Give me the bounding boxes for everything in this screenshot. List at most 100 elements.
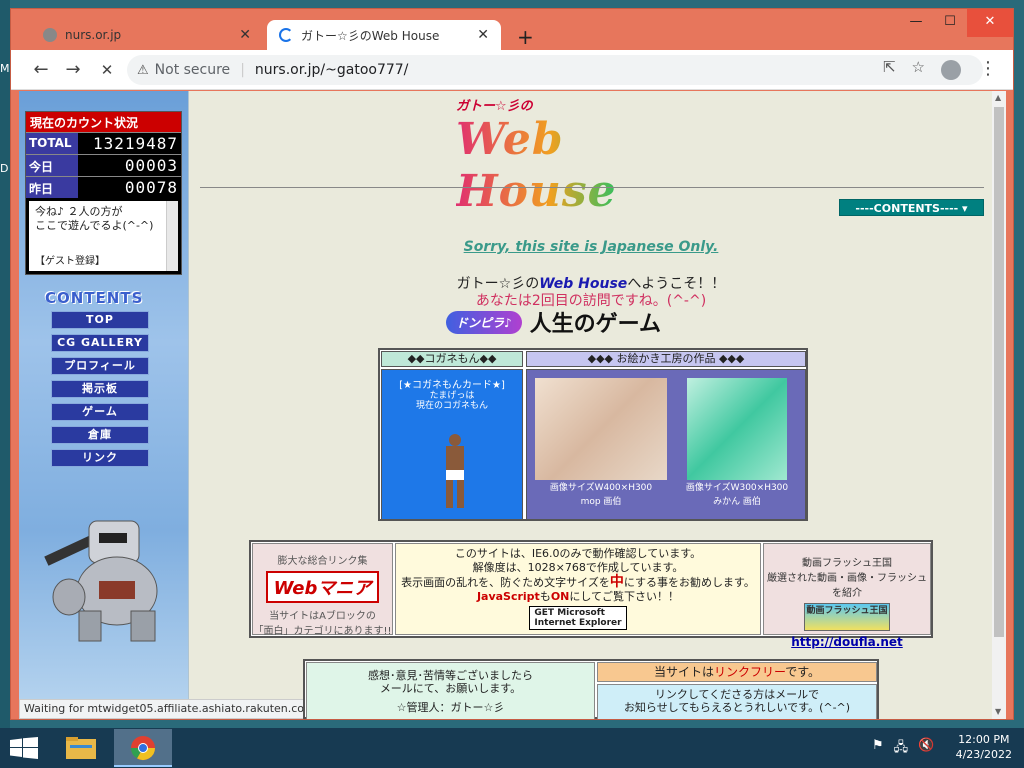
contact-cell: 感想･意見･苦情等ございましたら メールにて、お願いします。 ☆管理人：ガトー☆… — [306, 662, 595, 719]
link-free-line: お知らせしてもらえるとうれしいです。(^-^) — [623, 701, 851, 714]
address-bar[interactable]: ⚠ Not secure | nurs.or.jp/~gatoo777/ ⇱ ☆ — [127, 55, 983, 85]
nav-bbs[interactable]: 掲示板 — [51, 380, 149, 398]
nav-top[interactable]: TOP — [51, 311, 149, 329]
robot-illustration — [44, 520, 158, 642]
japanese-only-link[interactable]: Sorry, this site is Japanese Only. — [190, 239, 992, 255]
notice-emphasis: ON — [550, 590, 570, 603]
stop-button[interactable]: ✕ — [95, 58, 119, 82]
game-banner[interactable]: ドンピラ♪ 人生のゲーム — [446, 306, 736, 338]
window-controls: — ☐ ✕ — [899, 9, 1013, 37]
site-logo: ガトー☆彡の Web House — [456, 95, 726, 217]
forward-button[interactable]: → — [61, 58, 85, 82]
nav-links[interactable]: リンク — [51, 449, 149, 467]
admin-line: ☆管理人：ガトー☆彡 — [396, 701, 505, 714]
webmania-note: 「面白」カテゴリにあります!! — [253, 626, 392, 637]
tab-close-icon[interactable]: ✕ — [239, 27, 251, 43]
game-banner-right: 人生のゲーム — [529, 312, 662, 337]
counter-row: 今日 00003 — [26, 154, 181, 176]
action-center-flag-icon[interactable]: ⚑ — [872, 738, 884, 760]
nav-cg-gallery[interactable]: CG GALLERY — [51, 334, 149, 352]
webmania-banner[interactable]: Webマニア — [265, 571, 380, 603]
visitor-message: ここで遊んでるよ(^-^) — [35, 219, 154, 232]
security-status[interactable]: Not secure — [155, 62, 231, 78]
windows-start-icon[interactable] — [10, 737, 38, 759]
tab-close-icon[interactable]: ✕ — [477, 27, 489, 43]
guest-register-link[interactable]: 【ゲスト登録】 — [35, 255, 105, 269]
file-explorer-icon[interactable] — [52, 729, 110, 767]
contact-line: メールにて、お願いします。 — [379, 682, 522, 695]
artwork-mop[interactable] — [535, 378, 667, 480]
notice-text: にする事をお勧めします。 — [623, 576, 755, 589]
ie-badge-line: Internet Explorer — [534, 618, 622, 628]
oekaki-gallery: 画像サイズW400×H300 mop 画伯 画像サイズW300×H300 みかん… — [526, 369, 806, 520]
browser-menu-icon[interactable]: ⋮ — [979, 58, 997, 79]
ie-badge[interactable]: GET Microsoft Internet Explorer — [529, 606, 627, 630]
scroll-down-icon[interactable]: ▼ — [995, 707, 1001, 716]
new-tab-button[interactable]: + — [517, 25, 534, 49]
koganemon-figure — [446, 434, 464, 508]
link-free-emphasis: リンクフリー — [713, 665, 786, 679]
contents-select[interactable]: ----CONTENTS---- ▾ — [839, 199, 984, 216]
omnibox-divider: | — [240, 62, 245, 78]
system-clock[interactable]: 12:00 PM 4/23/2022 — [956, 732, 1012, 762]
nav-profile[interactable]: プロフィール — [51, 357, 149, 375]
artwork-size: 画像サイズW300×H300 — [685, 483, 789, 493]
minimize-button[interactable]: — — [899, 9, 933, 37]
close-window-button[interactable]: ✕ — [967, 9, 1013, 37]
share-icon[interactable]: ⇱ — [883, 58, 896, 76]
back-button[interactable]: ← — [29, 58, 53, 82]
scroll-thumb[interactable] — [994, 107, 1004, 637]
volume-muted-icon[interactable]: 🔇 — [918, 738, 934, 760]
card-sub: 現在のコガネもん — [415, 401, 488, 411]
page-viewport: 現在のカウント状況 TOTAL 13219487 今日 00003 昨日 000… — [19, 91, 1006, 719]
main-frame: ガトー☆彡の Web House ----CONTENTS---- ▾ Sorr… — [190, 91, 992, 719]
logo-title: Web House — [456, 114, 726, 218]
doufla-link[interactable]: http://doufla.net — [764, 635, 930, 649]
desktop-letter: D — [0, 162, 9, 175]
webmania-note: 当サイトはAブロックの — [269, 611, 376, 622]
network-icon[interactable]: 🖧 — [894, 738, 909, 760]
counter-row: 昨日 00078 — [26, 176, 181, 198]
doufla-note: 厳選された動画・画像・フラッシュを紹介 — [767, 573, 927, 599]
desktop-letter: M — [0, 62, 10, 75]
artwork-mikan[interactable] — [687, 378, 787, 480]
nav-game[interactable]: ゲーム — [51, 403, 149, 421]
ie-badge-line: GET Microsoft — [534, 608, 605, 618]
link-free-text: 当サイトは — [653, 665, 714, 679]
counter-value: 00003 — [124, 156, 178, 175]
artwork-author: みかん 画伯 — [713, 497, 761, 507]
tab-nurs[interactable]: nurs.or.jp ✕ — [31, 20, 263, 50]
loading-spinner-icon — [279, 28, 293, 42]
visitor-message-box[interactable]: 今ね♪ ２人の方が ここで遊んでるよ(^-^) 【ゲスト登録】 — [29, 201, 178, 271]
notice-line: 解像度は、1028×768で作成しています。 — [472, 561, 684, 574]
link-free-header: 当サイトはリンクフリーです。 — [597, 662, 877, 682]
system-tray: ⚑ 🖧 🔇 — [872, 738, 934, 760]
url-text[interactable]: nurs.or.jp/~gatoo777/ — [255, 62, 408, 78]
doufla-banner[interactable]: 動画フラッシュ王国 — [804, 603, 890, 631]
chrome-icon[interactable] — [114, 729, 172, 767]
scroll-up-icon[interactable]: ▲ — [995, 93, 1001, 102]
link-free-text: です。 — [785, 665, 821, 679]
notice-text: にしてご覧下さい！！ — [569, 590, 680, 603]
counter-value: 00078 — [124, 178, 178, 197]
koganemon-card[interactable]: [★コガネもんカード★] たまげっは 現在のコガネもん — [381, 369, 523, 520]
koganemon-header: ◆◆コガネもん◆◆ — [381, 351, 523, 367]
profile-avatar-icon[interactable] — [941, 60, 961, 80]
card-title: [★コガネもんカード★] — [399, 380, 505, 391]
message-scrollbar[interactable] — [166, 201, 178, 271]
browser-window: nurs.or.jp ✕ ガトー☆彡のWeb House ✕ + — ☐ ✕ ←… — [10, 8, 1014, 720]
webmania-cell: 膨大な総合リンク集 Webマニア 当サイトはAブロックの 「面白」カテゴリにあり… — [252, 543, 393, 637]
counter-value: 13219487 — [92, 134, 178, 153]
warning-icon[interactable]: ⚠ — [137, 63, 149, 78]
maximize-button[interactable]: ☐ — [933, 9, 967, 37]
bookmark-star-icon[interactable]: ☆ — [912, 58, 925, 76]
left-frame: 現在のカウント状況 TOTAL 13219487 今日 00003 昨日 000… — [19, 91, 351, 719]
clock-date: 4/23/2022 — [955, 748, 1012, 761]
notice-line: このサイトは、IE6.0のみで動作確認しています。 — [454, 547, 702, 560]
oekaki-header: ◆◆◆ お絵かき工房の作品 ◆◆◆ — [526, 351, 806, 367]
sidebar-title: CONTENTS — [45, 289, 144, 307]
nav-storage[interactable]: 倉庫 — [51, 426, 149, 444]
counter-row: TOTAL 13219487 — [26, 132, 181, 154]
tab-webhouse[interactable]: ガトー☆彡のWeb House ✕ — [267, 20, 501, 50]
page-scrollbar[interactable]: ▲ ▼ — [992, 91, 1006, 719]
